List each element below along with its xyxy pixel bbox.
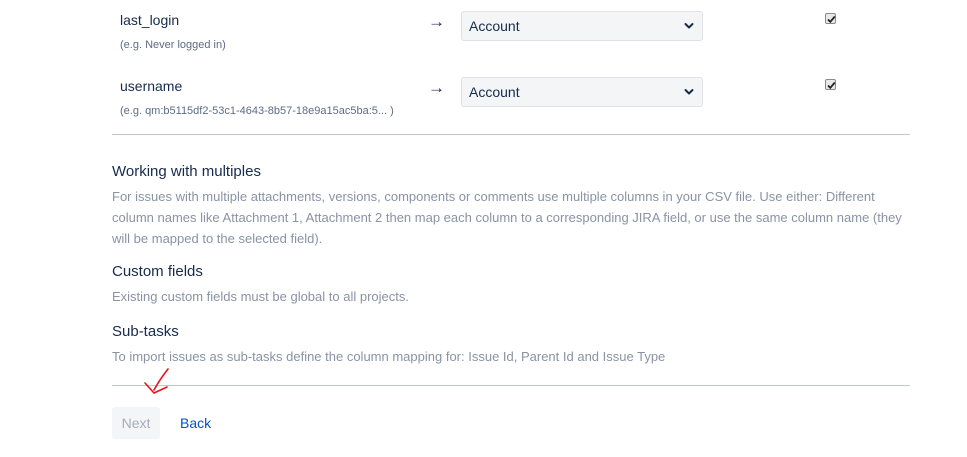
section-text-custom-fields: Existing custom fields must be global to… [112,289,409,304]
field-name-label: last_login [120,12,180,28]
section-heading-custom-fields: Custom fields [112,263,203,280]
import-checkbox[interactable] [825,79,836,90]
section-text-multiples: For issues with multiple attachments, ve… [112,189,902,246]
next-button[interactable]: Next [112,407,160,439]
section-text-sub-tasks: To import issues as sub-tasks define the… [112,349,666,364]
right-arrow-icon: → [428,12,445,31]
field-example-value: (e.g. qm:b5115df2-53c1-4643-8b57-18e9a15… [120,105,394,117]
section-divider [112,134,910,135]
section-heading-multiples: Working with multiples [112,163,261,180]
import-checkbox[interactable] [825,13,836,24]
chevron-down-icon [684,89,694,95]
checkmark-icon [827,81,836,90]
field-mapping-select[interactable]: Account [461,77,703,107]
select-value: Account [469,18,520,34]
chevron-down-icon [684,23,694,29]
back-link[interactable]: Back [180,415,211,431]
footer-divider [112,385,910,386]
field-mapping-select[interactable]: Account [461,11,703,41]
field-example-value: (e.g. Never logged in) [120,39,226,51]
section-heading-sub-tasks: Sub-tasks [112,323,179,340]
select-value: Account [469,84,520,100]
red-arrow-annotation [144,368,169,394]
checkmark-icon [827,15,836,24]
right-arrow-icon: → [428,78,445,97]
field-name-label: username [120,78,183,94]
